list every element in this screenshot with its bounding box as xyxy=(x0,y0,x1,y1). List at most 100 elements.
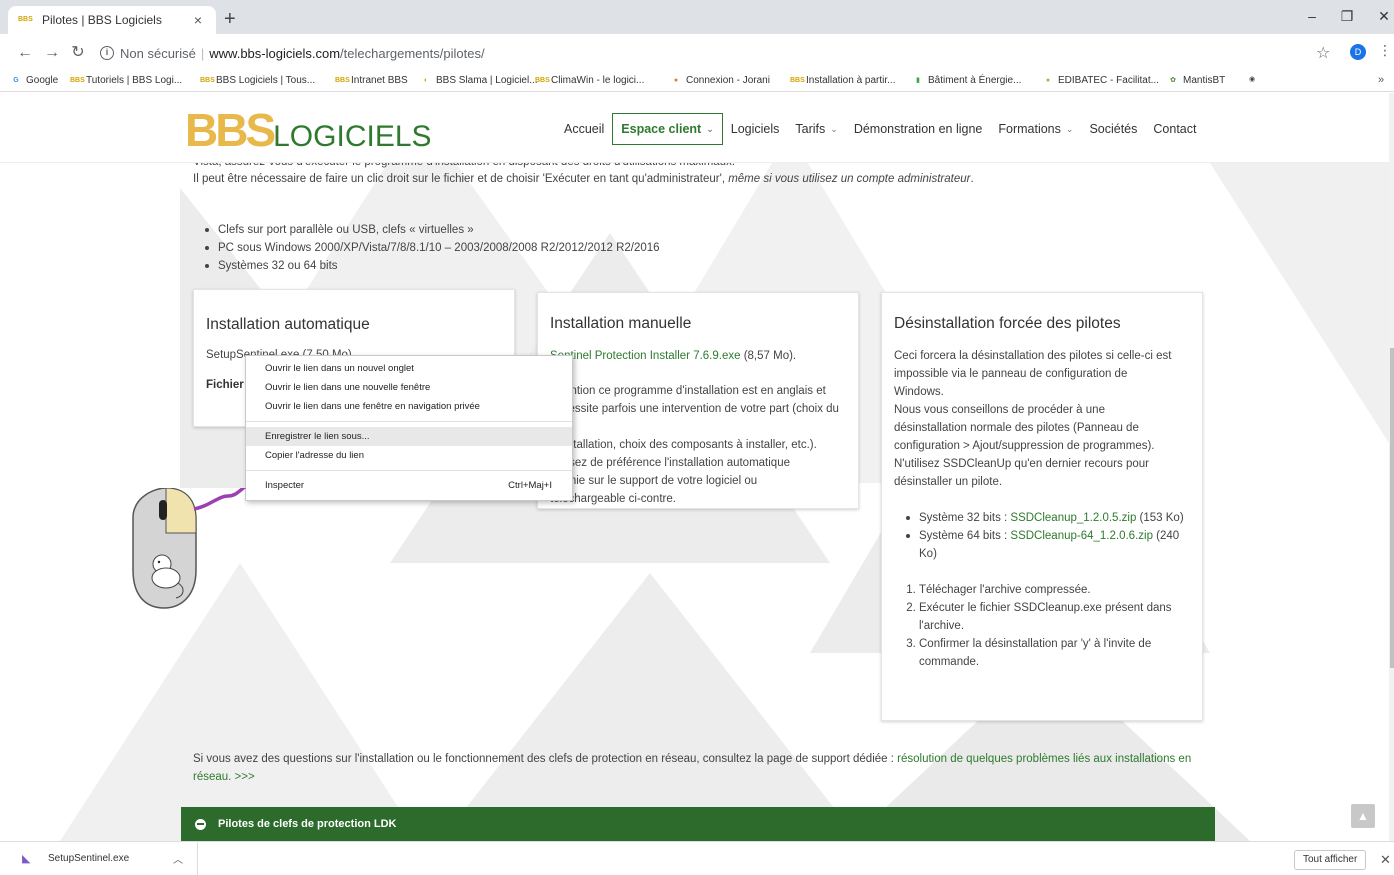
bookmark-label: ClimaWin - le logici... xyxy=(551,75,645,86)
nav-item[interactable]: Contact xyxy=(1145,114,1204,144)
bookmark-label: Intranet BBS xyxy=(351,75,408,86)
tab-strip: BBS Pilotes | BBS Logiciels × + – ❐ ✕ xyxy=(0,0,1394,34)
card-title: Désinstallation forcée des pilotes xyxy=(894,315,1121,332)
menu-kebab-icon[interactable]: ⋮ xyxy=(1378,42,1392,59)
context-menu-shortcut: Ctrl+Maj+I xyxy=(508,480,552,491)
paragraph-line: fournie sur le support de votre logiciel… xyxy=(550,475,758,487)
nav-item-label: Formations xyxy=(998,122,1061,136)
paragraph-line: téléchargeable ci-contre. xyxy=(550,493,676,505)
reload-icon[interactable]: ↻ xyxy=(68,43,88,63)
browser-tab[interactable]: BBS Pilotes | BBS Logiciels × xyxy=(8,6,216,34)
address-path: /telechargements/pilotes/ xyxy=(340,45,485,61)
info-icon[interactable]: i xyxy=(100,46,114,60)
bookmark-item[interactable]: BBS Intranet BBS xyxy=(335,75,408,86)
requirements-list: Clefs sur port parallèle ou USB, clefs «… xyxy=(205,221,660,275)
paragraph-line: désinstaller un pilote. xyxy=(894,476,1003,488)
context-menu-item[interactable]: Ouvrir le lien dans une fenêtre en navig… xyxy=(246,397,572,416)
close-download-bar-icon[interactable]: ✕ xyxy=(1380,852,1391,868)
context-menu-label: Ouvrir le lien dans un nouvel onglet xyxy=(265,363,414,374)
paragraph-line: d'installation, choix des composants à i… xyxy=(550,439,817,451)
nav-item[interactable]: Logiciels xyxy=(723,114,788,144)
download-item[interactable]: ◣ SetupSentinel.exe ︿ xyxy=(0,842,198,875)
paragraph-line: Windows. xyxy=(894,386,944,398)
bookmark-item[interactable]: ▮ Bâtiment à Énergie... xyxy=(912,75,1021,86)
nav-item[interactable]: Formations ⌄ xyxy=(990,114,1081,144)
bookmark-favicon-icon: ▮ xyxy=(916,76,920,84)
network-support-text: Si vous avez des questions sur l'install… xyxy=(193,753,1192,783)
uninstall-paragraph: Ceci forcera la désinstallation des pilo… xyxy=(894,347,1190,491)
nav-item[interactable]: Accueil xyxy=(556,114,612,144)
paragraph-line: N'utilisez SSDCleanUp qu'en dernier reco… xyxy=(894,458,1149,470)
scroll-to-top-button[interactable]: ▲ xyxy=(1351,804,1375,828)
download-prefix: Système 32 bits : xyxy=(919,512,1011,524)
intro-text: Vista, assurez-vous d'exécuter le progra… xyxy=(193,163,1243,188)
paragraph-line: impossible via le panneau de configurati… xyxy=(894,368,1128,380)
minimize-icon[interactable]: – xyxy=(1300,8,1324,24)
bookmark-favicon-icon: BBS xyxy=(70,76,85,84)
bookmarks-more-icon[interactable]: » xyxy=(1378,74,1384,86)
menu-separator xyxy=(246,470,572,471)
context-menu-label: Ouvrir le lien dans une fenêtre en navig… xyxy=(265,401,480,412)
bookmark-favicon-icon: ✿ xyxy=(1170,76,1176,84)
browser-toolbar: ← → ↻ i Non sécurisé | www.bbs-logiciels… xyxy=(0,34,1394,72)
context-menu-item[interactable]: Inspecter Ctrl+Maj+I xyxy=(246,476,572,495)
intro-line-1: Vista, assurez-vous d'exécuter le progra… xyxy=(193,163,1243,171)
bookmark-item[interactable]: G Google xyxy=(10,75,58,86)
minus-circle-icon xyxy=(195,818,206,830)
back-arrow-icon[interactable]: ← xyxy=(15,43,35,63)
bookmark-item[interactable]: ◐ BBS Slama | Logiciel... xyxy=(420,75,538,86)
profile-avatar[interactable]: D xyxy=(1350,44,1366,60)
ldk-accordion-title: Pilotes de clefs de protection LDK xyxy=(218,818,397,830)
card-installation-manuelle: Installation manuelle Sentinel Protectio… xyxy=(537,292,859,509)
bookmark-item[interactable]: BBS Tutoriels | BBS Logi... xyxy=(70,75,182,86)
bookmark-item[interactable]: ● EDIBATEC - Facilitat... xyxy=(1042,75,1159,86)
bookmark-item[interactable]: BBS BBS Logiciels | Tous... xyxy=(200,75,315,86)
bbs-logo[interactable]: BBSLOGICIELS xyxy=(185,103,432,156)
bookmark-label: BBS Logiciels | Tous... xyxy=(216,75,316,86)
context-menu-item[interactable]: Ouvrir le lien dans une nouvelle fenêtre xyxy=(246,378,572,397)
card-title: Installation automatique xyxy=(206,316,370,333)
security-label: Non sécurisé xyxy=(120,45,196,61)
nav-item[interactable]: Démonstration en ligne xyxy=(846,114,991,144)
web-page: BBSLOGICIELS Accueil Espace client ⌄ Logici… xyxy=(0,93,1394,841)
nav-item[interactable]: Sociétés xyxy=(1081,114,1145,144)
nav-item[interactable]: Tarifs ⌄ xyxy=(787,114,845,144)
context-menu-label: Copier l'adresse du lien xyxy=(265,450,364,461)
new-tab-button[interactable]: + xyxy=(224,9,236,29)
page-scrollbar-thumb[interactable] xyxy=(1390,348,1394,668)
ssdcleanup-link[interactable]: SSDCleanup_1.2.0.5.zip xyxy=(1010,512,1136,524)
chevron-up-icon[interactable]: ︿ xyxy=(173,851,183,866)
bookmark-item[interactable]: ✿ MantisBT xyxy=(1167,75,1225,86)
sentinel-installer-link[interactable]: Sentinel Protection Installer 7.6.9.exe xyxy=(550,350,741,362)
close-window-icon[interactable]: ✕ xyxy=(1372,8,1394,25)
bookmark-item[interactable]: ● Connexion - Jorani xyxy=(670,75,770,86)
bookmark-star-icon[interactable]: ☆ xyxy=(1316,43,1330,63)
context-menu-item[interactable]: Copier l'adresse du lien xyxy=(246,446,572,465)
nav-item[interactable]: Espace client ⌄ xyxy=(612,113,723,145)
chevron-down-icon: ⌄ xyxy=(830,123,838,134)
download-filename: SetupSentinel.exe xyxy=(48,853,130,864)
bookmark-item[interactable]: BBS ClimaWin - le logici... xyxy=(535,75,644,86)
list-item: Exécuter le fichier SSDCleanup.exe prése… xyxy=(919,599,1190,635)
list-item: Système 32 bits : SSDCleanup_1.2.0.5.zip… xyxy=(906,509,1190,527)
ldk-accordion-header[interactable]: Pilotes de clefs de protection LDK xyxy=(181,807,1215,841)
download-bar: ◣ SetupSentinel.exe ︿ Tout afficher ✕ xyxy=(0,841,1394,875)
nav-item-label: Logiciels xyxy=(730,122,780,136)
address-host: www.bbs-logiciels.com xyxy=(209,45,341,61)
ssdcleanup-link[interactable]: SSDCleanup-64_1.2.0.6.zip xyxy=(1010,530,1153,542)
nav-item-label: Accueil xyxy=(564,122,605,136)
context-menu-item[interactable]: Ouvrir le lien dans un nouvel onglet xyxy=(246,359,572,378)
context-menu-label: Enregistrer le lien sous... xyxy=(265,431,370,442)
restore-icon[interactable]: ❐ xyxy=(1335,8,1359,25)
address-bar[interactable]: i Non sécurisé | www.bbs-logiciels.com /… xyxy=(100,43,485,63)
show-all-downloads-button[interactable]: Tout afficher xyxy=(1294,850,1367,870)
forward-arrow-icon[interactable]: → xyxy=(42,43,62,63)
bookmark-item[interactable]: BBS Installation à partir... xyxy=(790,75,896,86)
bbs-favicon-icon: BBS xyxy=(18,16,33,23)
context-menu-item[interactable]: Enregistrer le lien sous... xyxy=(246,427,572,446)
close-tab-icon[interactable]: × xyxy=(190,12,206,28)
bookmark-label: MantisBT xyxy=(1183,75,1226,86)
bookmark-label: Installation à partir... xyxy=(806,75,896,86)
bookmark-item[interactable]: ◉ xyxy=(1246,75,1262,85)
paragraph-line: Nous vous conseillons de procéder à une xyxy=(894,404,1105,416)
